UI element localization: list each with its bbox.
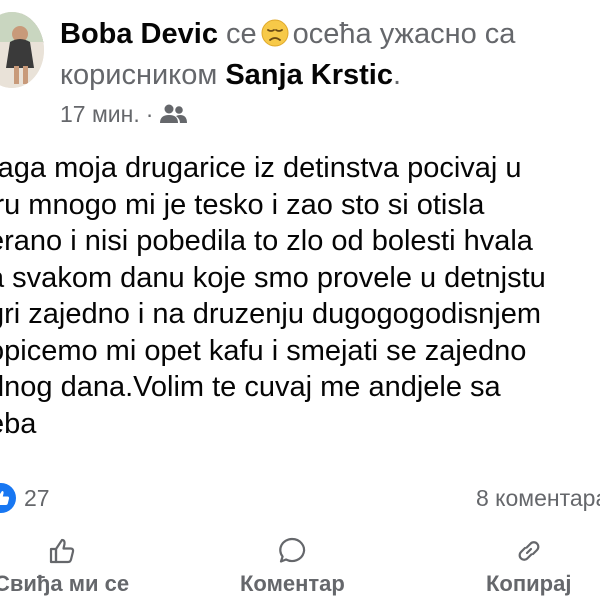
link-icon <box>518 541 540 561</box>
author-name[interactable]: Boba Devic <box>60 18 218 50</box>
post-body-line: raga moja drugarice iz detinstva pocivaj… <box>0 152 522 184</box>
post-body-line: a svakom danu koje smo provele u detnjst… <box>0 261 546 294</box>
meta-separator: · <box>145 101 154 127</box>
comment-button[interactable]: Коментар <box>240 536 345 598</box>
friends-icon[interactable] <box>159 103 188 125</box>
post-header-line1: Boba Devic се осећа ужасно са <box>60 14 515 54</box>
thumbs-up-icon <box>49 538 74 564</box>
post-body-line: iru mnogo mi je tesko i zao sto si otisl… <box>0 188 485 221</box>
disappointed-face-icon <box>261 19 289 47</box>
comment-button-label: Коментар <box>240 571 345 596</box>
post-meta: 17 мин. · <box>60 98 188 130</box>
post-body-line: opicemo mi opet kafu i smejati se zajedn… <box>0 334 527 367</box>
post-card: Boba Devic се осећа ужасно са корисником… <box>0 0 600 600</box>
reaction-count: 27 <box>24 484 50 511</box>
copy-button[interactable]: Копирај <box>486 536 571 598</box>
like-reaction-icon <box>0 483 16 513</box>
tagged-user-name[interactable]: Sanja Krstic <box>225 59 393 91</box>
tagged-suffix: . <box>392 59 402 91</box>
post-body-line: eba <box>0 407 37 440</box>
post-time[interactable]: 17 мин. <box>60 98 140 130</box>
post-header-line2: корисником Sanja Krstic. <box>60 55 401 95</box>
post-body-line: erano i nisi pobedila to zlo od bolesti … <box>0 225 533 257</box>
author-avatar[interactable] <box>0 12 44 88</box>
comment-count[interactable]: 8 коментара <box>476 482 600 514</box>
post-body-line: gri zajedno i na druzenju dugogogodisnje… <box>0 298 541 330</box>
like-button[interactable]: Свиђа ми се <box>0 536 129 598</box>
like-button-label: Свиђа ми се <box>0 571 130 596</box>
copy-button-label: Копирај <box>486 571 572 596</box>
avatar-photo <box>0 12 44 88</box>
post-body-line: dnog dana.Volim te cuvaj me andjele sa <box>0 371 501 403</box>
feeling-text: осећа ужасно са <box>292 18 516 50</box>
with-prefix: корисником <box>60 59 218 91</box>
reactions-summary[interactable]: 27 <box>0 482 50 514</box>
post-body: raga moja drugarice iz detinstva pocivaj… <box>0 150 600 442</box>
comment-bubble-icon <box>279 537 306 563</box>
feeling-prefix: се <box>226 18 257 50</box>
